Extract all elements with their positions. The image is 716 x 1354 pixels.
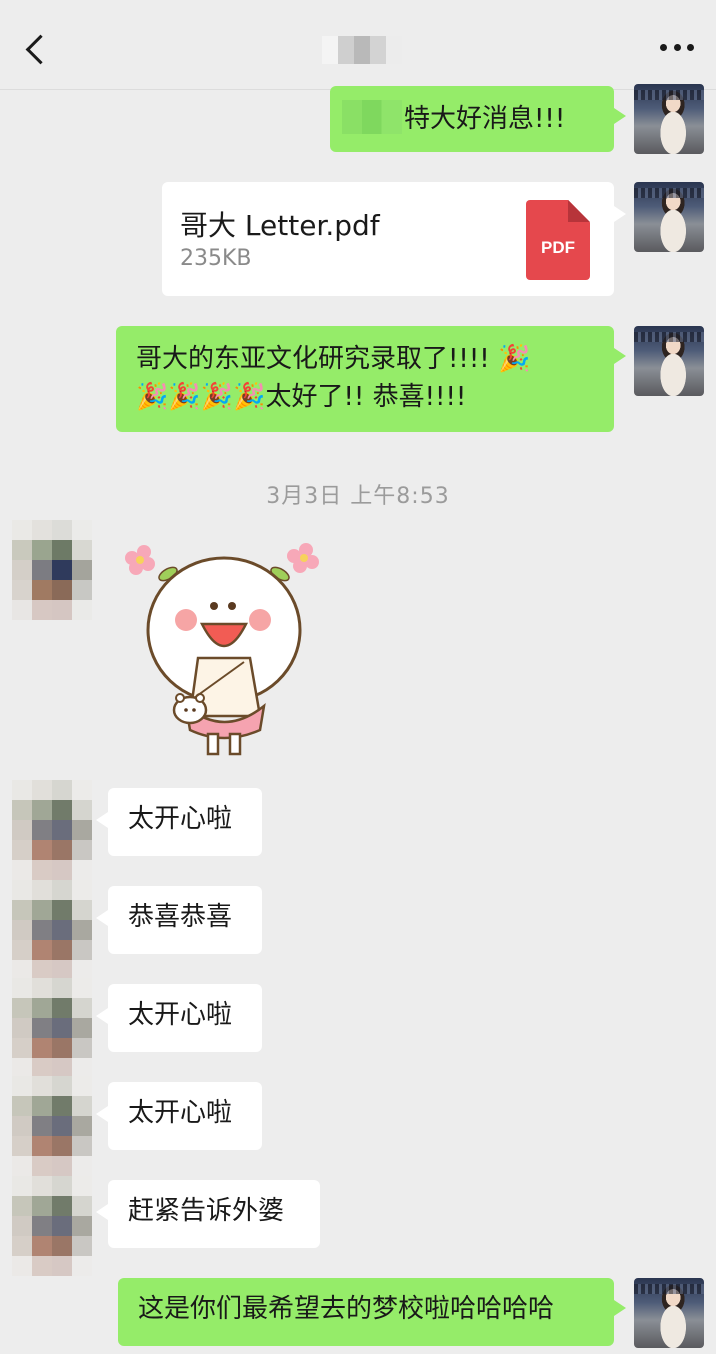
contact-avatar[interactable] bbox=[12, 1176, 92, 1276]
file-name: 哥大 Letter.pdf bbox=[180, 209, 380, 242]
party-popper-icon: 🎉 bbox=[497, 344, 531, 374]
contact-avatar[interactable] bbox=[12, 780, 92, 880]
pdf-badge-label: PDF bbox=[541, 238, 575, 257]
self-avatar[interactable] bbox=[634, 1278, 704, 1348]
pdf-fold-corner bbox=[568, 200, 590, 222]
message-text: 这是你们最希望去的梦校啦哈哈哈哈 bbox=[138, 1294, 555, 1324]
message-text: 太开心啦 bbox=[128, 1000, 233, 1030]
sent-message-bubble[interactable]: 特大好消息!!! bbox=[330, 86, 626, 152]
contact-avatar[interactable] bbox=[12, 880, 92, 980]
message-line-1: 哥大的东亚文化研究录取了!!!! 🎉 bbox=[136, 340, 594, 378]
message-text: 太开心啦 bbox=[128, 1098, 233, 1128]
party-popper-icon: 🎉 bbox=[200, 382, 234, 412]
contact-avatar[interactable] bbox=[12, 1076, 92, 1176]
party-popper-icon: 🎉 bbox=[136, 382, 169, 412]
chat-header bbox=[0, 0, 716, 90]
party-popper-icon: 🎉 bbox=[233, 382, 266, 412]
message-text: 恭喜恭喜 bbox=[128, 902, 233, 932]
sent-message-bubble[interactable]: 这是你们最希望去的梦校啦哈哈哈哈 bbox=[118, 1278, 626, 1346]
self-avatar[interactable] bbox=[634, 326, 704, 396]
self-avatar[interactable] bbox=[634, 182, 704, 252]
flower-icon bbox=[287, 543, 319, 573]
file-size: 235KB bbox=[180, 246, 252, 271]
flower-icon bbox=[125, 545, 155, 575]
contact-avatar[interactable] bbox=[12, 978, 92, 1078]
self-avatar[interactable] bbox=[634, 84, 704, 154]
received-message-bubble[interactable]: 太开心啦 bbox=[96, 984, 262, 1052]
more-options-icon[interactable] bbox=[660, 44, 694, 54]
sent-message-bubble[interactable]: 哥大的东亚文化研究录取了!!!! 🎉 🎉🎉🎉🎉太好了!! 恭喜!!!! bbox=[116, 326, 626, 432]
message-text: 赶紧告诉外婆 bbox=[128, 1196, 285, 1226]
message-text: 太好了!! 恭喜!!!! bbox=[265, 382, 467, 412]
received-message-bubble[interactable]: 太开心啦 bbox=[96, 1082, 262, 1150]
message-timestamp: 3月3日 上午8:53 bbox=[266, 484, 450, 509]
cute-girl-sticker[interactable] bbox=[120, 538, 330, 768]
chat-title-redacted bbox=[322, 36, 402, 64]
message-text: 哥大的东亚文化研究录取了!!!! bbox=[136, 344, 490, 374]
party-popper-icon: 🎉 bbox=[168, 382, 201, 412]
message-text: 特大好消息!!! bbox=[404, 104, 566, 134]
message-text: 太开心啦 bbox=[128, 804, 233, 834]
file-message-card[interactable]: 哥大 Letter.pdf 235KB PDF bbox=[162, 182, 626, 296]
message-line-2: 🎉🎉🎉🎉太好了!! 恭喜!!!! bbox=[136, 378, 594, 416]
received-message-bubble[interactable]: 赶紧告诉外婆 bbox=[96, 1180, 320, 1248]
received-message-bubble[interactable]: 恭喜恭喜 bbox=[96, 886, 262, 954]
redacted-text bbox=[342, 100, 402, 134]
contact-avatar[interactable] bbox=[12, 520, 92, 620]
back-chevron-icon[interactable] bbox=[22, 34, 50, 68]
received-message-bubble[interactable]: 太开心啦 bbox=[96, 788, 262, 856]
